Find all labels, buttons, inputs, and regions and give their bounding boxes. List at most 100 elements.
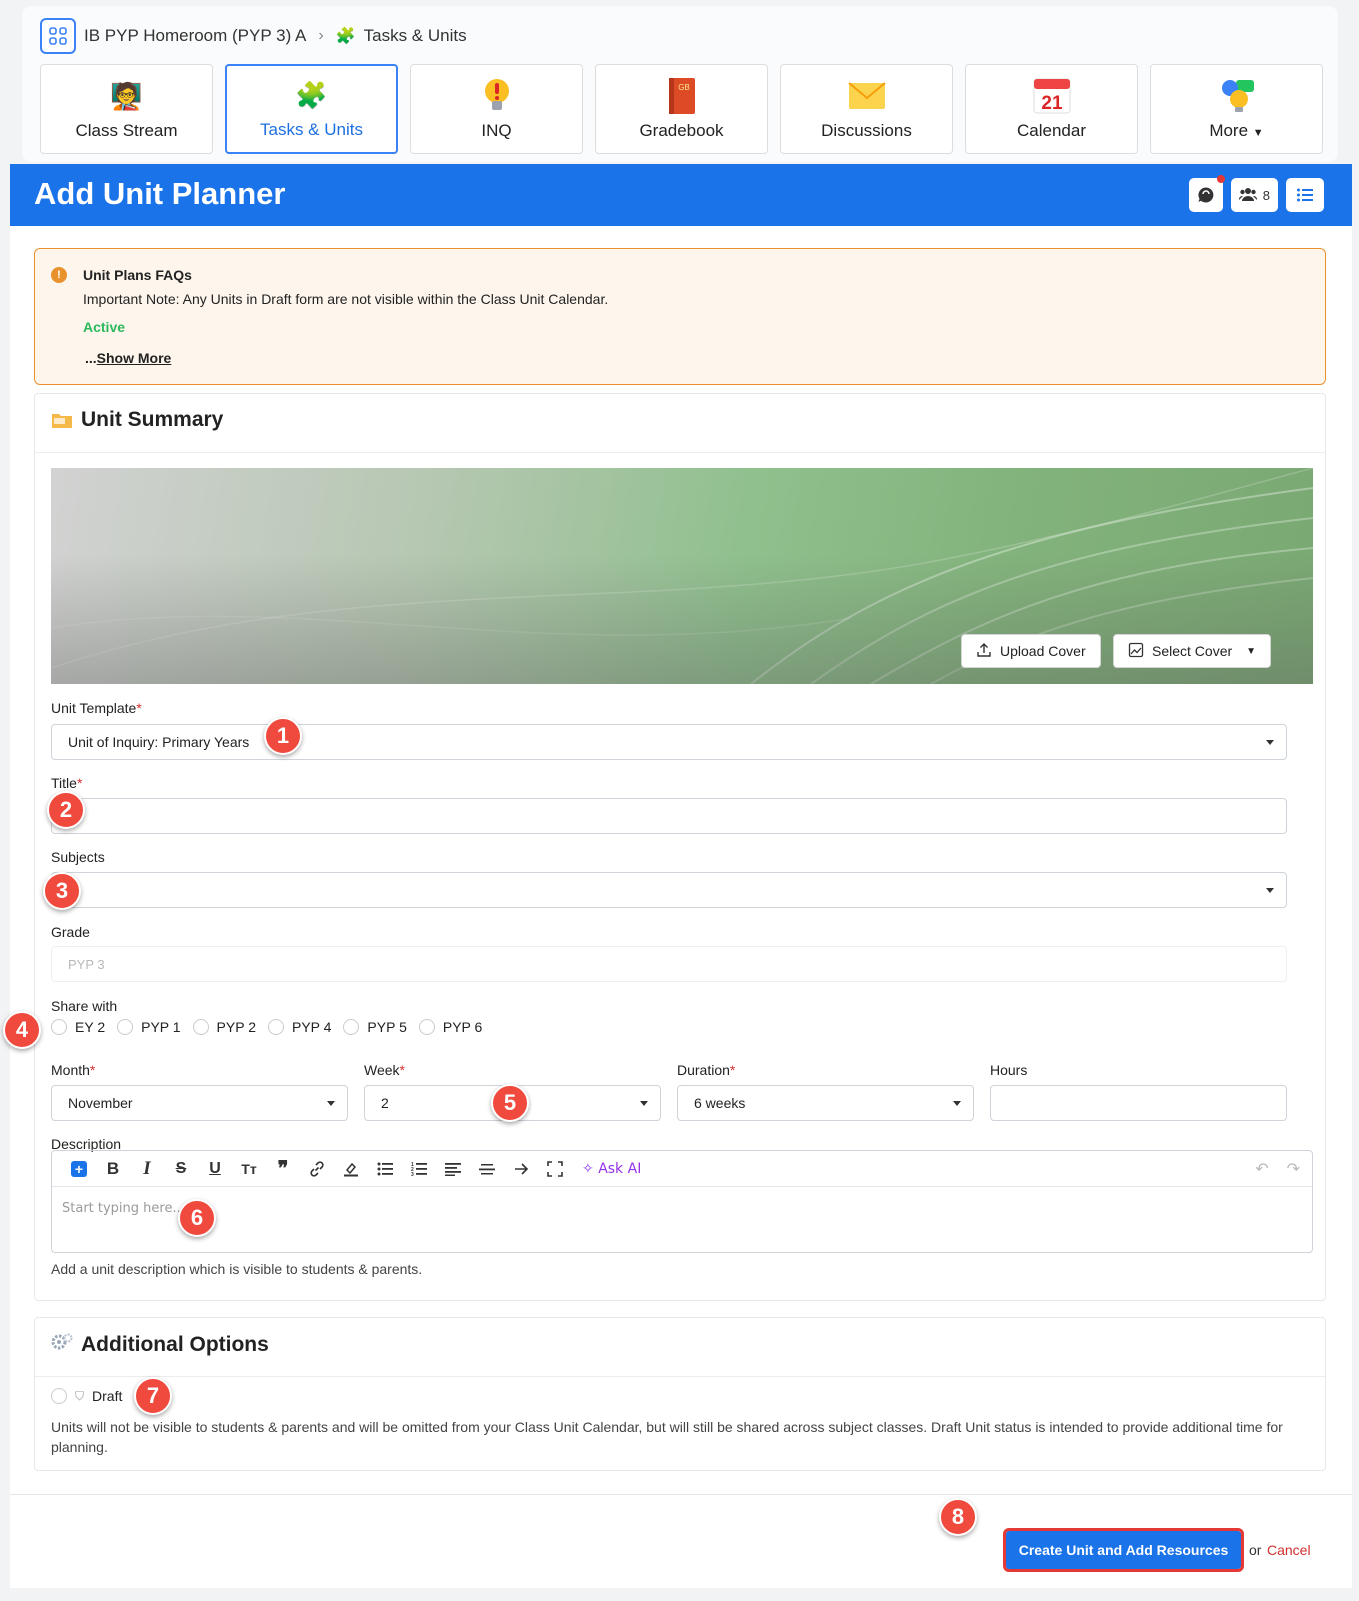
redo-icon[interactable]: ↷ [1287, 1159, 1300, 1179]
week-label: Week* [364, 1062, 405, 1078]
puzzle-icon: 🧩 [295, 79, 328, 110]
hours-input[interactable] [990, 1085, 1287, 1121]
draft-checkbox[interactable] [51, 1388, 67, 1404]
users-icon [1238, 187, 1257, 204]
strikethrough-icon[interactable]: S [164, 1154, 198, 1184]
tab-label: More ▼ [1209, 121, 1264, 140]
insert-plus-icon[interactable]: + [62, 1154, 96, 1184]
annotation-badge: 1 [264, 717, 302, 755]
members-button[interactable]: 8 [1230, 178, 1278, 212]
share-option-pyp4[interactable]: PYP 4 [267, 1019, 331, 1035]
title-input[interactable] [51, 798, 1287, 834]
checkbox[interactable] [51, 1019, 67, 1035]
grade-label: Grade [51, 924, 90, 940]
draft-hint: Units will not be visible to students & … [51, 1419, 1283, 1455]
select-cover-dropdown[interactable]: Select Cover ▼ [1113, 634, 1272, 668]
hours-label: Hours [990, 1062, 1028, 1078]
description-editor: + B I S U Tт ❞ 123 ✧ Ask AI ↶ ↷ Start ty… [51, 1150, 1313, 1253]
upload-icon [976, 642, 992, 661]
notification-dot [1216, 175, 1225, 183]
tab-label: INQ [481, 121, 512, 140]
undo-icon[interactable]: ↶ [1255, 1159, 1268, 1179]
numbered-list-icon[interactable]: 123 [402, 1154, 436, 1184]
tab-discussions[interactable]: Discussions [780, 64, 953, 154]
faq-status: Active [83, 319, 126, 335]
caret-down-icon [1266, 740, 1274, 745]
link-icon[interactable] [300, 1154, 334, 1184]
unit-summary-card: Unit Summary Upload Cover Select Cover ▼… [34, 393, 1326, 1301]
tab-inq[interactable]: INQ [410, 64, 583, 154]
image-icon [1128, 642, 1144, 661]
share-option-pyp1[interactable]: PYP 1 [117, 1019, 181, 1035]
share-with-label: Share with [51, 998, 118, 1014]
ask-ai-button[interactable]: ✧ Ask AI [582, 1161, 641, 1177]
underline-icon[interactable]: U [198, 1154, 232, 1184]
cancel-link[interactable]: Cancel [1267, 1542, 1311, 1558]
caret-down-icon [640, 1101, 648, 1106]
annotation-badge: 6 [178, 1199, 216, 1237]
breadcrumb-current: Tasks & Units [363, 26, 467, 45]
additional-options-title: Additional Options [51, 1332, 269, 1358]
tab-label: Tasks & Units [260, 120, 363, 139]
gradebook-icon: GB [663, 77, 701, 115]
folder-icon [52, 414, 72, 428]
caret-down-icon [1266, 888, 1274, 893]
bullet-list-icon[interactable] [368, 1154, 402, 1184]
cover-image: Upload Cover Select Cover ▼ [51, 468, 1313, 684]
tab-tasks-units[interactable]: 🧩 Tasks & Units [225, 64, 398, 154]
page-header: Add Unit Planner 8 [10, 164, 1352, 226]
calendar-day: 21 [1041, 93, 1063, 114]
share-option-ey2[interactable]: EY 2 [51, 1019, 105, 1035]
subjects-label: Subjects [51, 849, 105, 865]
tab-label: Calendar [1017, 121, 1086, 140]
breadcrumb: IB PYP Homeroom (PYP 3) A › 🧩 Tasks & Un… [40, 18, 467, 54]
form-panel: ! Unit Plans FAQs Important Note: Any Un… [10, 226, 1352, 1588]
list-icon [1297, 188, 1313, 202]
checkbox[interactable] [117, 1019, 134, 1035]
calendar-icon: 21 [1033, 77, 1071, 115]
draft-option[interactable]: ⛉ Draft [51, 1388, 122, 1404]
tab-gradebook[interactable]: GB Gradebook [595, 64, 768, 154]
breadcrumb-class-link[interactable]: IB PYP Homeroom (PYP 3) A [84, 26, 306, 46]
italic-icon[interactable]: I [130, 1154, 164, 1184]
upload-cover-button[interactable]: Upload Cover [961, 634, 1101, 668]
tab-more[interactable]: More ▼ [1150, 64, 1323, 154]
checkbox[interactable] [192, 1019, 209, 1035]
highlight-icon[interactable] [334, 1154, 368, 1184]
tab-class-stream[interactable]: 🧑‍🏫 Class Stream [40, 64, 213, 154]
editor-toolbar: + B I S U Tт ❞ 123 ✧ Ask AI [52, 1151, 1312, 1187]
share-option-pyp6[interactable]: PYP 6 [418, 1019, 482, 1035]
title-label: Title* [51, 775, 83, 791]
faq-note: Important Note: Any Units in Draft form … [83, 291, 609, 307]
description-input[interactable]: Start typing here... [62, 1201, 185, 1216]
align-icon[interactable] [436, 1154, 470, 1184]
puzzle-icon: 🧩 [335, 28, 356, 45]
duration-select[interactable]: 6 weeks [677, 1085, 974, 1121]
share-with-options: EY 2 PYP 1 PYP 2 PYP 4 PYP 5 PYP 6 [51, 1019, 482, 1035]
checkbox[interactable] [267, 1019, 284, 1035]
embed-icon[interactable] [504, 1154, 538, 1184]
show-more-link[interactable]: ...Show More [85, 350, 171, 366]
checkbox[interactable] [418, 1019, 435, 1035]
text-size-icon[interactable]: Tт [232, 1154, 266, 1184]
share-option-pyp5[interactable]: PYP 5 [343, 1019, 407, 1035]
caret-down-icon [327, 1101, 335, 1106]
list-view-button[interactable] [1286, 178, 1324, 212]
apps-grid-button[interactable] [40, 18, 76, 54]
caret-down-icon [953, 1101, 961, 1106]
chat-button[interactable] [1188, 175, 1225, 212]
annotation-badge: 2 [47, 791, 85, 829]
quote-icon[interactable]: ❞ [266, 1154, 300, 1184]
create-unit-button[interactable]: Create Unit and Add Resources [1003, 1528, 1244, 1572]
fullscreen-icon[interactable] [538, 1154, 572, 1184]
unit-template-select[interactable]: Unit of Inquiry: Primary Years [51, 724, 1287, 760]
annotation-badge: 8 [939, 1498, 977, 1536]
checkbox[interactable] [343, 1019, 360, 1035]
bold-icon[interactable]: B [96, 1154, 130, 1184]
horizontal-rule-icon[interactable] [470, 1154, 504, 1184]
svg-text:3: 3 [411, 1172, 414, 1176]
month-select[interactable]: November [51, 1085, 348, 1121]
share-option-pyp2[interactable]: PYP 2 [192, 1019, 256, 1035]
subjects-select[interactable] [51, 872, 1287, 908]
tab-calendar[interactable]: 21 Calendar [965, 64, 1138, 154]
